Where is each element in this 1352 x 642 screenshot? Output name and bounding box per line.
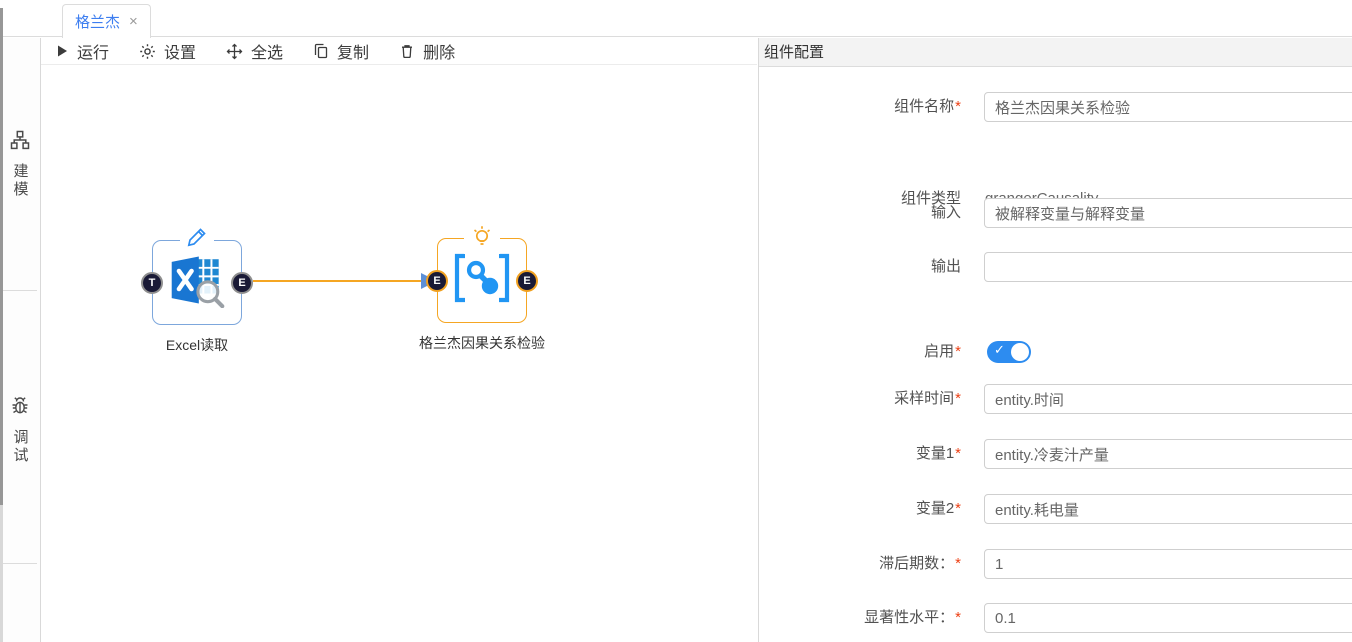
output-field[interactable] bbox=[984, 252, 1352, 282]
copy-button[interactable]: 复制 bbox=[313, 39, 369, 63]
required-asterisk: * bbox=[955, 98, 961, 115]
pencil-icon[interactable] bbox=[180, 225, 214, 254]
sidebar-item-label: 建模 bbox=[13, 163, 28, 199]
variable1-input[interactable] bbox=[984, 439, 1352, 469]
panel-title: 组件配置 bbox=[759, 38, 1352, 67]
port-E-out[interactable]: E bbox=[516, 270, 538, 292]
required-asterisk: * bbox=[955, 555, 961, 572]
field-row-component-name: 组件名称* bbox=[759, 92, 1352, 122]
field-label: 启用* bbox=[759, 337, 961, 367]
field-row-significance-level: 显著性水平：* bbox=[759, 603, 1352, 633]
node-label: 格兰杰因果关系检验 bbox=[419, 333, 545, 353]
field-label: 滞后期数：* bbox=[759, 549, 961, 579]
field-label: 显著性水平：* bbox=[759, 603, 961, 633]
granger-analysis-icon bbox=[451, 251, 513, 310]
delete-label: 删除 bbox=[423, 39, 455, 63]
field-row-output: 输出 bbox=[759, 252, 1352, 282]
required-asterisk: * bbox=[955, 390, 961, 407]
check-icon: ✓ bbox=[994, 342, 1005, 358]
component-name-input[interactable] bbox=[984, 92, 1352, 122]
enable-toggle[interactable]: ✓ bbox=[987, 341, 1031, 363]
sidebar-item-modeling[interactable]: 建模 bbox=[0, 130, 40, 199]
gear-icon bbox=[139, 43, 156, 60]
significance-level-input[interactable] bbox=[984, 603, 1352, 633]
settings-button[interactable]: 设置 bbox=[139, 39, 196, 63]
workflow-app: 格兰杰 × 运行 设置 bbox=[0, 0, 1352, 642]
node-granger-causality[interactable]: E E 格兰杰因果关系检验 bbox=[437, 238, 527, 323]
component-config-panel: 组件配置 组件名称* 组件类型 grangerCausality 输入 输出 启… bbox=[758, 38, 1352, 642]
settings-label: 设置 bbox=[164, 39, 196, 63]
field-label: 输入 bbox=[759, 198, 961, 228]
play-icon bbox=[55, 44, 69, 58]
lag-periods-input[interactable] bbox=[984, 549, 1352, 579]
excel-icon bbox=[168, 252, 226, 313]
variable2-input[interactable] bbox=[984, 494, 1352, 524]
left-edge-scrollbar-track bbox=[0, 505, 3, 642]
tab-granger[interactable]: 格兰杰 × bbox=[62, 4, 151, 38]
required-asterisk: * bbox=[955, 609, 961, 626]
field-label: 输出 bbox=[759, 252, 961, 282]
field-label: 组件名称* bbox=[759, 92, 961, 122]
run-label: 运行 bbox=[77, 39, 109, 63]
connection-wire bbox=[41, 66, 757, 642]
move-icon bbox=[226, 43, 243, 60]
port-E-in[interactable]: E bbox=[426, 270, 448, 292]
field-label: 变量1* bbox=[759, 439, 961, 469]
required-asterisk: * bbox=[955, 343, 961, 360]
sidebar-divider bbox=[3, 290, 37, 291]
select-all-button[interactable]: 全选 bbox=[226, 39, 283, 63]
field-row-sample-time: 采样时间* bbox=[759, 384, 1352, 414]
input-field[interactable] bbox=[984, 198, 1352, 228]
field-row-input: 输入 bbox=[759, 198, 1352, 228]
tab-title: 格兰杰 bbox=[75, 11, 120, 32]
sidebar-item-debug[interactable]: 调试 bbox=[0, 396, 40, 465]
field-row-enabled: 启用* ✓ bbox=[759, 337, 1352, 367]
port-E-out[interactable]: E bbox=[231, 272, 253, 294]
required-asterisk: * bbox=[955, 500, 961, 517]
required-asterisk: * bbox=[955, 445, 961, 462]
node-excel-read[interactable]: T E Excel读取 bbox=[152, 240, 242, 325]
select-all-label: 全选 bbox=[251, 39, 283, 63]
tab-close-icon[interactable]: × bbox=[129, 13, 138, 30]
canvas-toolbar: 运行 设置 全选 bbox=[41, 38, 757, 65]
node-label: Excel读取 bbox=[166, 335, 228, 355]
port-T[interactable]: T bbox=[141, 272, 163, 294]
lightbulb-icon[interactable] bbox=[464, 223, 500, 254]
toggle-knob bbox=[1011, 343, 1029, 361]
left-sidebar: 建模 调试 bbox=[0, 38, 41, 642]
field-row-variable1: 变量1* bbox=[759, 439, 1352, 469]
sidebar-item-label: 调试 bbox=[13, 429, 28, 465]
field-label: 采样时间* bbox=[759, 384, 961, 414]
field-label: 变量2* bbox=[759, 494, 961, 524]
trash-icon bbox=[399, 43, 415, 59]
field-row-lag-periods: 滞后期数：* bbox=[759, 549, 1352, 579]
sample-time-input[interactable] bbox=[984, 384, 1352, 414]
bug-icon bbox=[10, 396, 30, 421]
field-row-variable2: 变量2* bbox=[759, 494, 1352, 524]
left-edge-scrollbar[interactable] bbox=[0, 8, 3, 505]
sidebar-divider bbox=[3, 563, 37, 564]
sitemap-icon bbox=[10, 130, 30, 155]
delete-button[interactable]: 删除 bbox=[399, 39, 455, 63]
workflow-canvas[interactable]: T E Excel读取 E bbox=[41, 66, 757, 642]
copy-label: 复制 bbox=[337, 39, 369, 63]
tab-bar: 格兰杰 × bbox=[0, 0, 1352, 37]
run-button[interactable]: 运行 bbox=[55, 39, 109, 63]
copy-icon bbox=[313, 43, 329, 59]
